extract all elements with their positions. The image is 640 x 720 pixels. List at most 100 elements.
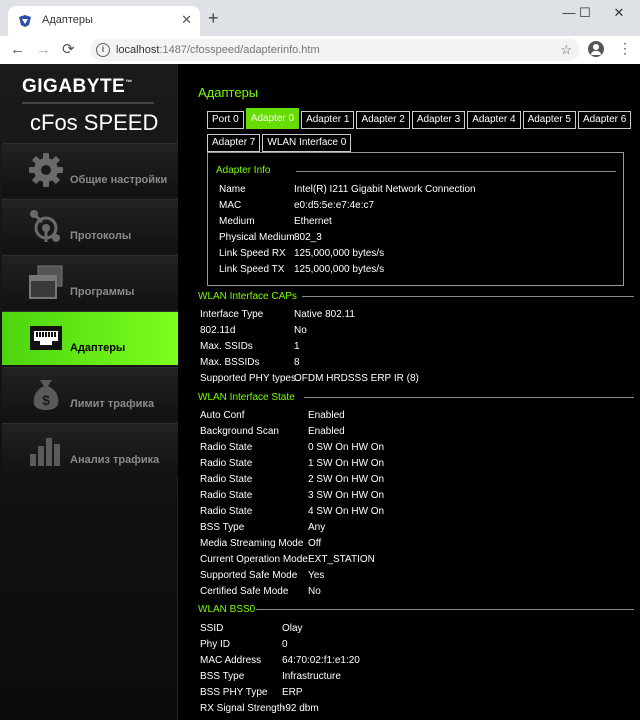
sidebar-item-protocols[interactable]: Протоколы	[2, 199, 178, 253]
wlan-caps-heading: WLAN Interface CAPs	[198, 291, 297, 302]
browser-tab[interactable]: Адаптеры ✕	[8, 6, 200, 36]
tab-adapter-5[interactable]: Adapter 5	[522, 111, 576, 129]
tab-close-icon[interactable]: ✕	[181, 12, 192, 28]
divider	[256, 609, 634, 610]
brand-divider	[22, 102, 154, 104]
url-host: localhost	[116, 44, 160, 56]
sidebar-item-traffic-limit[interactable]: $ Лимит трафика	[2, 367, 178, 421]
adapter-tabs-row-1: Port 0 Adapter 0 Adapter 1 Adapter 2 Ada…	[207, 108, 633, 129]
money-bag-icon: $	[33, 380, 59, 410]
sidebar-item-programs[interactable]: Программы	[2, 255, 178, 309]
field-value: Any	[308, 522, 326, 533]
field-value: ERP	[282, 687, 303, 698]
divider	[304, 397, 634, 398]
field-label: Phy ID	[200, 639, 231, 650]
window-close-icon[interactable]: ✕	[604, 4, 634, 22]
field-value: OFDM HRDSSS ERP IR (8)	[294, 373, 419, 384]
main-content: Адаптеры Port 0 Adapter 0 Adapter 1 Adap…	[180, 64, 640, 720]
tab-bar: Адаптеры ✕ + — ☐ ✕	[0, 0, 640, 36]
field-value: Enabled	[308, 426, 345, 437]
tab-title: Адаптеры	[42, 14, 93, 26]
wlan-state-heading: WLAN Interface State	[198, 392, 295, 403]
tab-adapter-2[interactable]: Adapter 2	[356, 111, 410, 129]
adapter-info-legend: Adapter Info	[216, 165, 271, 176]
field-value: 125,000,000 bytes/s	[294, 264, 385, 275]
field-value: 3 SW On HW On	[308, 490, 385, 501]
field-label: Physical Medium	[219, 232, 295, 243]
field-value: 4 SW On HW On	[308, 506, 385, 517]
sidebar-item-traffic-analysis[interactable]: Анализ трафика	[2, 423, 178, 477]
field-label: Supported PHY types	[200, 373, 296, 384]
tab-adapter-3[interactable]: Adapter 3	[411, 111, 466, 129]
field-label: Medium	[219, 216, 255, 227]
tab-adapter-1[interactable]: Adapter 1	[301, 111, 355, 129]
browser-menu-icon[interactable]: ⋮	[618, 40, 632, 57]
site-info-icon[interactable]: i	[96, 43, 110, 57]
field-label: Max. BSSIDs	[200, 357, 260, 368]
tab-adapter-6[interactable]: Adapter 6	[577, 111, 632, 129]
cfos-app: GIGABYTE™ cFos SPEED Общие настройки Про…	[0, 64, 640, 720]
field-label: BSS PHY Type	[200, 687, 268, 698]
sidebar-item-adapters[interactable]: Адаптеры	[2, 311, 178, 365]
sidebar: GIGABYTE™ cFos SPEED Общие настройки Про…	[0, 64, 178, 720]
field-value: -92 dbm	[282, 703, 319, 714]
field-value: No	[294, 325, 307, 336]
field-value: Ethernet	[294, 216, 332, 227]
page-title: Адаптеры	[198, 85, 259, 100]
maximize-icon[interactable]: ☐	[570, 4, 600, 22]
field-value: 802_3	[294, 232, 322, 243]
back-icon[interactable]: ←	[10, 41, 25, 59]
field-label: Media Streaming Mode	[200, 538, 304, 549]
cfos-favicon-icon	[19, 15, 31, 27]
field-label: Radio State	[200, 490, 253, 501]
sidebar-item-label: Программы	[70, 286, 135, 298]
browser-toolbar: ← → ⟳ i localhost:1487/cfosspeed/adapter…	[0, 36, 640, 64]
windows-icon	[29, 265, 63, 299]
field-label: BSS Type	[200, 522, 245, 533]
field-label: Link Speed RX	[219, 248, 286, 259]
divider	[302, 296, 634, 297]
tab-wlan-interface-0[interactable]: WLAN Interface 0	[262, 134, 352, 152]
adapter-tabs-row-2: Adapter 7 WLAN Interface 0	[207, 134, 353, 152]
sidebar-item-label: Общие настройки	[70, 174, 168, 186]
field-label: Radio State	[200, 442, 253, 453]
sidebar-item-label: Адаптеры	[70, 342, 126, 354]
field-value: Olay	[282, 623, 303, 634]
forward-icon[interactable]: →	[36, 41, 51, 59]
field-label: Name	[219, 184, 246, 195]
field-label: Max. SSIDs	[200, 341, 253, 352]
new-tab-button[interactable]: +	[208, 9, 219, 27]
field-label: Radio State	[200, 474, 253, 485]
brand-text: GIGABYTE	[22, 76, 126, 97]
bookmark-star-icon[interactable]: ☆	[560, 42, 572, 58]
sidebar-item-general-settings[interactable]: Общие настройки	[2, 143, 178, 197]
field-value: Yes	[308, 570, 325, 581]
tab-adapter-0[interactable]: Adapter 0	[245, 108, 300, 129]
divider	[296, 171, 616, 172]
gear-icon	[29, 153, 63, 187]
field-value: EXT_STATION	[308, 554, 375, 565]
wlan-bss-heading: WLAN BSS0	[198, 604, 256, 615]
profile-avatar-icon[interactable]	[588, 41, 604, 57]
tab-adapter-4[interactable]: Adapter 4	[467, 111, 521, 129]
reload-icon[interactable]: ⟳	[62, 41, 75, 59]
brand-logo: GIGABYTE™	[22, 76, 156, 98]
tab-port-0[interactable]: Port 0	[207, 111, 244, 129]
product-name: cFos SPEED	[30, 110, 159, 135]
field-label: RX Signal Strength	[200, 703, 286, 714]
browser-chrome: Адаптеры ✕ + — ☐ ✕ ← → ⟳ i localhost:148…	[0, 0, 640, 64]
address-bar[interactable]: i localhost:1487/cfosspeed/adapterinfo.h…	[90, 39, 580, 61]
field-value: Native 802.11	[294, 309, 355, 320]
tab-adapter-7[interactable]: Adapter 7	[207, 134, 261, 152]
brand-tm: ™	[125, 79, 133, 87]
bar-chart-icon	[30, 438, 60, 466]
field-value: No	[308, 586, 321, 597]
field-value: 125,000,000 bytes/s	[294, 248, 385, 259]
field-value: Off	[308, 538, 322, 549]
field-value: 64:70:02:f1:e1:20	[282, 655, 360, 666]
field-label: Interface Type	[200, 309, 264, 320]
field-label: 802.11d	[200, 325, 236, 336]
field-label: Certified Safe Mode	[200, 586, 289, 597]
field-label: Supported Safe Mode	[200, 570, 298, 581]
field-label: SSID	[200, 623, 224, 634]
